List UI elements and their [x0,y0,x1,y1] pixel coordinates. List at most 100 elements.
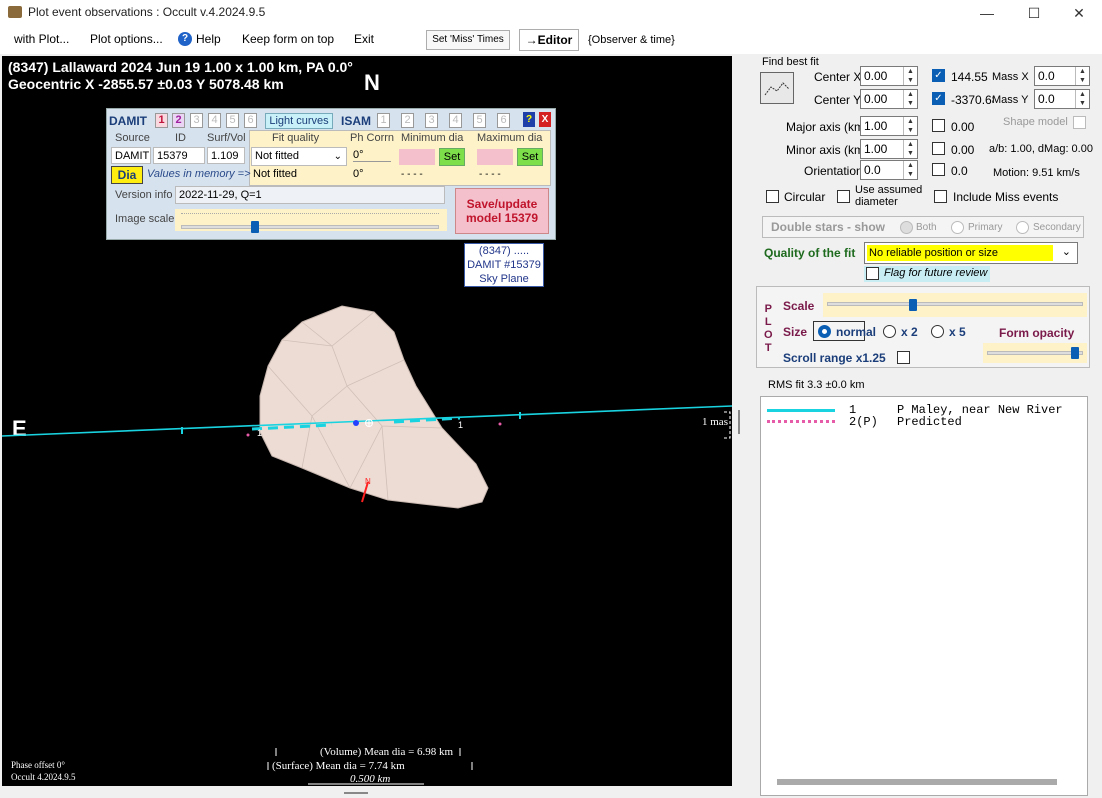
isam-model-3[interactable]: 3 [425,113,438,128]
size-x2-radio[interactable] [883,325,896,338]
app-icon [8,6,22,18]
quality-select[interactable]: No reliable position or size ⌄ [864,242,1078,264]
light-curves-button[interactable]: Light curves [265,113,333,129]
minimize-button[interactable]: — [964,2,1010,24]
secondary-radio[interactable] [1016,221,1029,234]
observer-legend[interactable]: 1 P Maley, near New River 2(P) Predicted [760,396,1088,796]
menu-exit[interactable]: Exit [354,32,374,46]
image-scale-slider[interactable] [175,209,447,233]
damit-model-2[interactable]: 2 [172,113,185,128]
image-scale-label: Image scale [115,213,175,225]
menu-plot-options[interactable]: Plot options... [90,32,163,46]
size-x5-radio[interactable] [931,325,944,338]
col-max-dia: Maximum dia [477,132,543,144]
mass-x-input[interactable]: 0.0 ▲ ▼ [1034,66,1090,86]
save-update-button[interactable]: Save/update model 15379 [455,188,549,234]
save-update-line2: model 15379 [465,211,539,225]
mem-min: - - - - [401,169,423,180]
set-miss-times-button[interactable]: Set 'Miss' Times [426,30,510,50]
damit-model-1[interactable]: 1 [155,113,168,128]
damit-close-button[interactable]: X [539,112,551,127]
size-normal-radio[interactable] [818,325,831,338]
primary-radio[interactable] [951,221,964,234]
damit-help-button[interactable]: ? [523,112,535,127]
window-title: Plot event observations : Occult v.4.202… [28,5,266,19]
damit-model-3[interactable]: 3 [190,113,203,128]
close-button[interactable]: ✕ [1056,2,1102,24]
mean-dia-volume: (Volume) Mean dia = 6.98 km [320,746,454,758]
max-dia-field[interactable] [477,149,513,165]
center-y-input[interactable]: 0.00 ▲ ▼ [860,89,918,109]
isam-model-1[interactable]: 1 [377,113,390,128]
observer-time-menu[interactable]: {Observer & time} [588,34,675,46]
set-max-button[interactable]: Set [517,148,543,166]
form-opacity-label: Form opacity [999,326,1075,340]
best-fit-button[interactable] [760,72,794,104]
mem-ph-corrn: 0° [353,168,364,180]
menu-help[interactable]: Help [196,32,221,46]
dia-button[interactable]: Dia [111,166,143,184]
min-dia-field[interactable] [399,149,435,165]
scale-thumb[interactable] [909,299,917,311]
use-assumed-checkbox[interactable] [837,190,850,203]
flag-review-checkbox[interactable] [866,267,879,280]
mem-fit-quality: Not fitted [253,168,298,180]
both-label: Both [916,222,937,233]
orientation-checkbox[interactable] [932,163,945,176]
scale-slider[interactable] [823,293,1087,317]
orientation-fit-value: 0.0 [951,164,968,178]
maximize-button[interactable]: ☐ [1011,2,1057,24]
plot-version: Occult 4.2024.9.5 [11,772,76,782]
both-radio[interactable] [900,221,913,234]
mass-y-input[interactable]: 0.0 ▲ ▼ [1034,89,1090,109]
plot-vertical-label: PLOT [764,303,773,354]
size-x2-label: x 2 [901,325,918,339]
help-icon[interactable]: ? [178,32,192,46]
image-scale-thumb[interactable] [251,221,259,233]
center-y-checkbox[interactable]: ✓ [932,92,945,105]
chevron-down-icon: ⌄ [1061,246,1071,258]
isam-model-5[interactable]: 5 [473,113,486,128]
menu-with-plot[interactable]: with Plot... [14,32,69,46]
shape-model-checkbox[interactable] [1073,116,1086,129]
plot-canvas[interactable]: (8347) Lallaward 2024 Jun 19 1.00 x 1.00… [2,56,732,786]
horizontal-scrollbar[interactable] [777,779,1057,785]
damit-model-6[interactable]: 6 [244,113,257,128]
rms-fit-label: RMS fit 3.3 ±0.0 km [768,379,865,391]
major-axis-checkbox[interactable] [932,119,945,132]
circular-label: Circular [784,190,826,204]
circular-checkbox[interactable] [766,190,779,203]
orientation-input[interactable]: 0.0 ▲ ▼ [860,160,918,180]
menu-keep-on-top[interactable]: Keep form on top [242,32,334,46]
damit-model-4[interactable]: 4 [208,113,221,128]
isam-model-2[interactable]: 2 [401,113,414,128]
damit-model-5[interactable]: 5 [226,113,239,128]
form-opacity-thumb[interactable] [1071,347,1079,359]
scroll-range-checkbox[interactable] [897,351,910,364]
title-bar: Plot event observations : Occult v.4.202… [0,0,1102,26]
editor-button[interactable]: →Editor [519,29,579,51]
caption-line: DAMIT #15379 [467,259,541,271]
ph-corrn-field[interactable]: 0° [353,149,391,162]
col-surf-vol: Surf/Vol [207,132,246,144]
isam-model-6[interactable]: 6 [497,113,510,128]
predicted-marker [246,433,250,437]
major-axis-fit-value: 0.00 [951,120,975,134]
size-normal-box[interactable]: normal [813,321,876,341]
major-axis-input[interactable]: 1.00 ▲ ▼ [860,116,918,136]
set-min-button[interactable]: Set [439,148,465,166]
minor-axis-input[interactable]: 1.00 ▲ ▼ [860,139,918,159]
center-x-label: Center X [814,70,862,84]
form-opacity-slider[interactable] [983,343,1087,363]
center-x-input[interactable]: 0.00 ▲ ▼ [860,66,918,86]
isam-model-4[interactable]: 4 [449,113,462,128]
splitter-handle[interactable] [344,792,368,794]
fit-quality-select[interactable]: Not fitted ⌄ [251,147,347,166]
vertical-splitter-handle[interactable] [738,410,740,434]
minor-axis-checkbox[interactable] [932,142,945,155]
quality-value: No reliable position or size [867,245,1053,261]
scroll-range-label: Scroll range x1.25 [783,351,886,365]
include-miss-checkbox[interactable] [934,190,947,203]
center-x-checkbox[interactable]: ✓ [932,69,945,82]
caption-line: (8347) ..... [478,245,530,257]
